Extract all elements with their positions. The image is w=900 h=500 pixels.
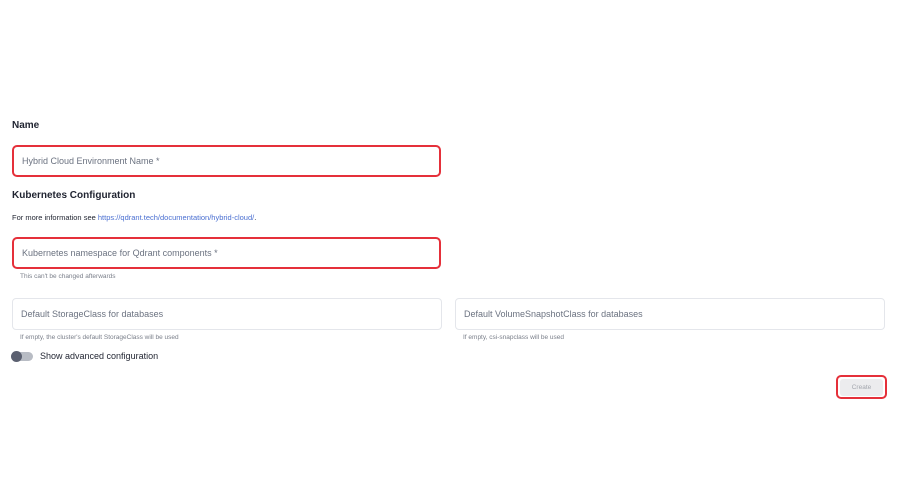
- hybrid-cloud-docs-link[interactable]: https://qdrant.tech/documentation/hybrid…: [98, 213, 254, 222]
- storage-class-input[interactable]: [21, 309, 441, 319]
- advanced-config-toggle[interactable]: [11, 350, 33, 362]
- snapshot-class-field[interactable]: [455, 298, 885, 330]
- snapshot-class-helper: If empty, csi-snapclass will be used: [463, 334, 565, 341]
- env-name-input[interactable]: [22, 156, 439, 166]
- env-name-field[interactable]: [12, 145, 441, 177]
- info-prefix: For more information see: [12, 213, 96, 222]
- create-button[interactable]: Create: [840, 378, 883, 396]
- name-section-title: Name: [12, 120, 40, 131]
- namespace-field[interactable]: [12, 237, 441, 269]
- create-hybrid-cloud-form: Name Kubernetes Configuration For more i…: [0, 0, 900, 500]
- storage-class-field[interactable]: [12, 298, 442, 330]
- namespace-input[interactable]: [22, 248, 439, 258]
- toggle-knob: [11, 350, 22, 362]
- create-button-highlight: Create: [836, 375, 887, 399]
- advanced-config-row: Show advanced configuration: [11, 350, 159, 362]
- namespace-helper: This can't be changed afterwards: [20, 273, 116, 280]
- k8s-section-title: Kubernetes Configuration: [12, 190, 136, 201]
- info-suffix: .: [254, 213, 257, 222]
- storage-class-helper: If empty, the cluster's default StorageC…: [20, 334, 179, 341]
- advanced-config-label: Show advanced configuration: [40, 351, 159, 361]
- k8s-info-text: For more information see https://qdrant.…: [12, 213, 256, 222]
- snapshot-class-input[interactable]: [464, 309, 884, 319]
